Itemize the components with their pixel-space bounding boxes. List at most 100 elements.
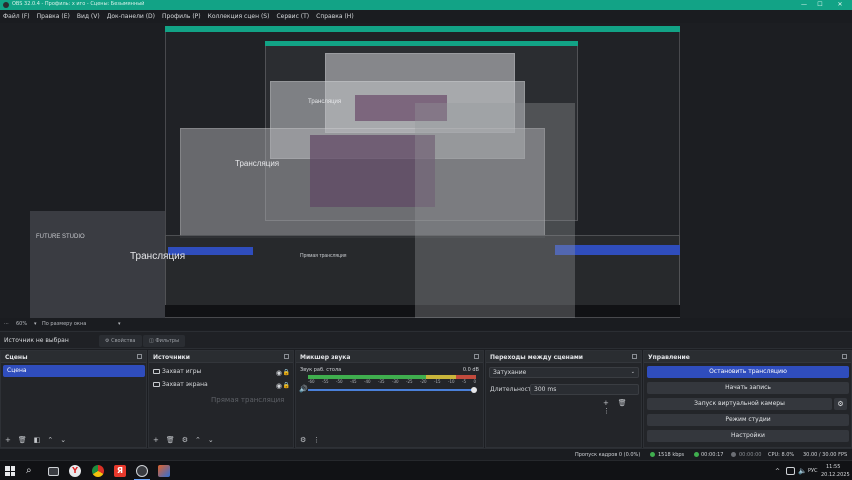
preview-caption-nested-small: Трансляция xyxy=(308,99,342,105)
meter-tick-label: -15 xyxy=(434,379,441,384)
menu-view[interactable]: Вид (V) xyxy=(77,13,100,20)
minimize-button[interactable]: — xyxy=(798,0,810,10)
stop-stream-button[interactable]: Остановить трансляцию xyxy=(647,366,849,378)
yandex-browser-icon[interactable]: Y xyxy=(69,465,81,477)
zoom-dropdown-icon[interactable]: ▾ xyxy=(34,321,37,327)
scene-item[interactable]: Сцена xyxy=(3,365,145,377)
source-toolbar: Источник не выбран ⚙ Свойства ◫ Фильтры xyxy=(0,331,852,349)
fit-mode[interactable]: По размеру окна xyxy=(42,321,86,327)
source-item-game[interactable]: Захват игры ◉ 🔒 xyxy=(151,366,292,378)
move-up-icon[interactable]: ⌃ xyxy=(195,436,201,444)
meter-tick-label: -5 xyxy=(462,379,466,384)
windows-start-icon[interactable] xyxy=(5,466,15,476)
scenes-header: Сцены xyxy=(1,351,146,363)
transition-type-value: Затухание xyxy=(493,369,527,376)
move-up-icon[interactable]: ⌃ xyxy=(47,436,53,444)
meter-tick-label: -20 xyxy=(420,379,427,384)
volume-slider-handle[interactable] xyxy=(471,387,477,393)
add-scene-icon[interactable]: + xyxy=(5,436,11,444)
preview-canvas[interactable]: FUTURE STUDIO Трансляция Трансляция Тран… xyxy=(0,23,852,318)
undock-icon[interactable] xyxy=(137,354,142,359)
menu-tools[interactable]: Сервис (T) xyxy=(276,13,309,20)
bitrate: 1518 kbps xyxy=(658,452,685,458)
mixer-title: Микшер звука xyxy=(300,354,351,361)
menu-profile[interactable]: Профиль (P) xyxy=(162,13,201,20)
menu-docks[interactable]: Док-панели (D) xyxy=(107,13,155,20)
remove-source-icon[interactable]: 🗑 xyxy=(166,436,175,444)
visibility-eye-icon[interactable]: ◉ xyxy=(276,380,282,392)
controls-title: Управление xyxy=(648,354,690,361)
filters-button[interactable]: ◫ Фильтры xyxy=(143,335,186,347)
transitions-title: Переходы между сценами xyxy=(490,354,583,361)
sources-header: Источники xyxy=(149,351,293,363)
undock-icon[interactable] xyxy=(632,354,637,359)
mixer-dock: Микшер звука Звук раб. стола 0.0 dB -60 -… xyxy=(295,350,484,448)
task-view-icon[interactable] xyxy=(48,467,59,476)
obs-taskbar-icon[interactable] xyxy=(136,465,148,477)
source-properties-icon[interactable]: ⚙ xyxy=(182,436,188,444)
chevron-down-icon: ⌄ xyxy=(630,369,635,375)
yandex-icon[interactable]: Я xyxy=(114,465,126,477)
scene-filter-icon[interactable]: ◧ xyxy=(34,436,41,444)
close-button[interactable]: ✕ xyxy=(834,0,846,10)
network-icon[interactable] xyxy=(786,467,795,475)
visibility-eye-icon[interactable]: ◉ xyxy=(276,367,282,379)
lock-icon[interactable]: 🔒 xyxy=(283,367,290,379)
source-label: Захват игры xyxy=(162,368,202,375)
filters-label: Фильтры xyxy=(155,338,180,344)
sources-footer: + 🗑 ⚙ ⌃ ⌄ xyxy=(149,433,293,447)
sources-dock: Источники Захват игры ◉ 🔒 Захват экрана … xyxy=(148,350,294,448)
zoom-level[interactable]: 60% xyxy=(16,321,27,327)
chrome-icon[interactable] xyxy=(92,465,104,477)
add-transition-icon[interactable]: + xyxy=(603,399,609,407)
search-icon[interactable]: ⌕ xyxy=(26,465,38,477)
settings-button[interactable]: Настройки xyxy=(647,430,849,442)
properties-button[interactable]: ⚙ Свойства xyxy=(99,335,142,347)
menu-file[interactable]: Файл (F) xyxy=(3,13,30,20)
volume-slider[interactable] xyxy=(308,389,476,391)
meter-tick-label: -60 xyxy=(308,379,315,384)
undock-icon[interactable] xyxy=(284,354,289,359)
virtual-camera-button[interactable]: Запуск виртуальной камеры xyxy=(647,398,832,410)
mixer-settings-icon[interactable]: ⚙ xyxy=(300,436,306,444)
menu-edit[interactable]: Правка (E) xyxy=(37,13,70,20)
volume-icon[interactable]: 🔈 xyxy=(798,467,807,475)
scenes-dock: Сцены Сцена + 🗑 ◧ ⌃ ⌄ xyxy=(0,350,147,448)
duration-input[interactable]: 300 ms xyxy=(530,384,639,395)
transitions-header: Переходы между сценами xyxy=(486,351,641,363)
app-icon[interactable] xyxy=(158,465,170,477)
lock-icon[interactable]: 🔒 xyxy=(283,380,290,392)
preview-toolbar: ⋯ 60% ▾ По размеру окна ▾ xyxy=(0,318,852,330)
mixer-channel-name: Звук раб. стола xyxy=(300,367,342,373)
clock-date[interactable]: 20.12.2025 xyxy=(821,472,850,478)
remove-transition-icon[interactable]: 🗑 xyxy=(618,399,627,407)
move-down-icon[interactable]: ⌄ xyxy=(60,436,66,444)
move-down-icon[interactable]: ⌄ xyxy=(208,436,214,444)
sources-title: Источники xyxy=(153,354,190,361)
scenes-footer: + 🗑 ◧ ⌃ ⌄ xyxy=(1,433,146,447)
transition-menu-icon[interactable]: ⋮ xyxy=(603,407,610,415)
remove-scene-icon[interactable]: 🗑 xyxy=(18,436,27,444)
network-status-icon xyxy=(650,452,655,457)
source-item-screen[interactable]: Захват экрана ◉ 🔒 xyxy=(151,379,292,391)
start-recording-button[interactable]: Начать запись xyxy=(647,382,849,394)
tray-expand-icon[interactable]: ^ xyxy=(775,468,780,475)
mixer-menu-icon[interactable]: ⋮ xyxy=(313,436,320,444)
virtual-camera-settings-icon[interactable]: ⚙ xyxy=(834,398,847,410)
clock-time[interactable]: 11:55 xyxy=(826,464,840,470)
fit-dropdown-icon[interactable]: ▾ xyxy=(118,321,121,327)
meter-tick-label: -35 xyxy=(378,379,385,384)
transition-type-select[interactable]: Затухание ⌄ xyxy=(489,367,639,378)
add-source-icon[interactable]: + xyxy=(153,436,159,444)
preview-toggle-icon[interactable]: ⋯ xyxy=(4,321,9,327)
controls-header: Управление xyxy=(644,351,851,363)
undock-icon[interactable] xyxy=(842,354,847,359)
studio-mode-button[interactable]: Режим студии xyxy=(647,414,849,426)
speaker-icon[interactable]: 🔊 xyxy=(299,385,308,393)
undock-icon[interactable] xyxy=(474,354,479,359)
menu-help[interactable]: Справка (H) xyxy=(316,13,354,20)
menu-scene-collection[interactable]: Коллекция сцен (S) xyxy=(208,13,270,20)
language-indicator[interactable]: РУС xyxy=(808,468,818,474)
maximize-button[interactable]: ☐ xyxy=(814,0,826,10)
scenes-title: Сцены xyxy=(5,354,28,361)
